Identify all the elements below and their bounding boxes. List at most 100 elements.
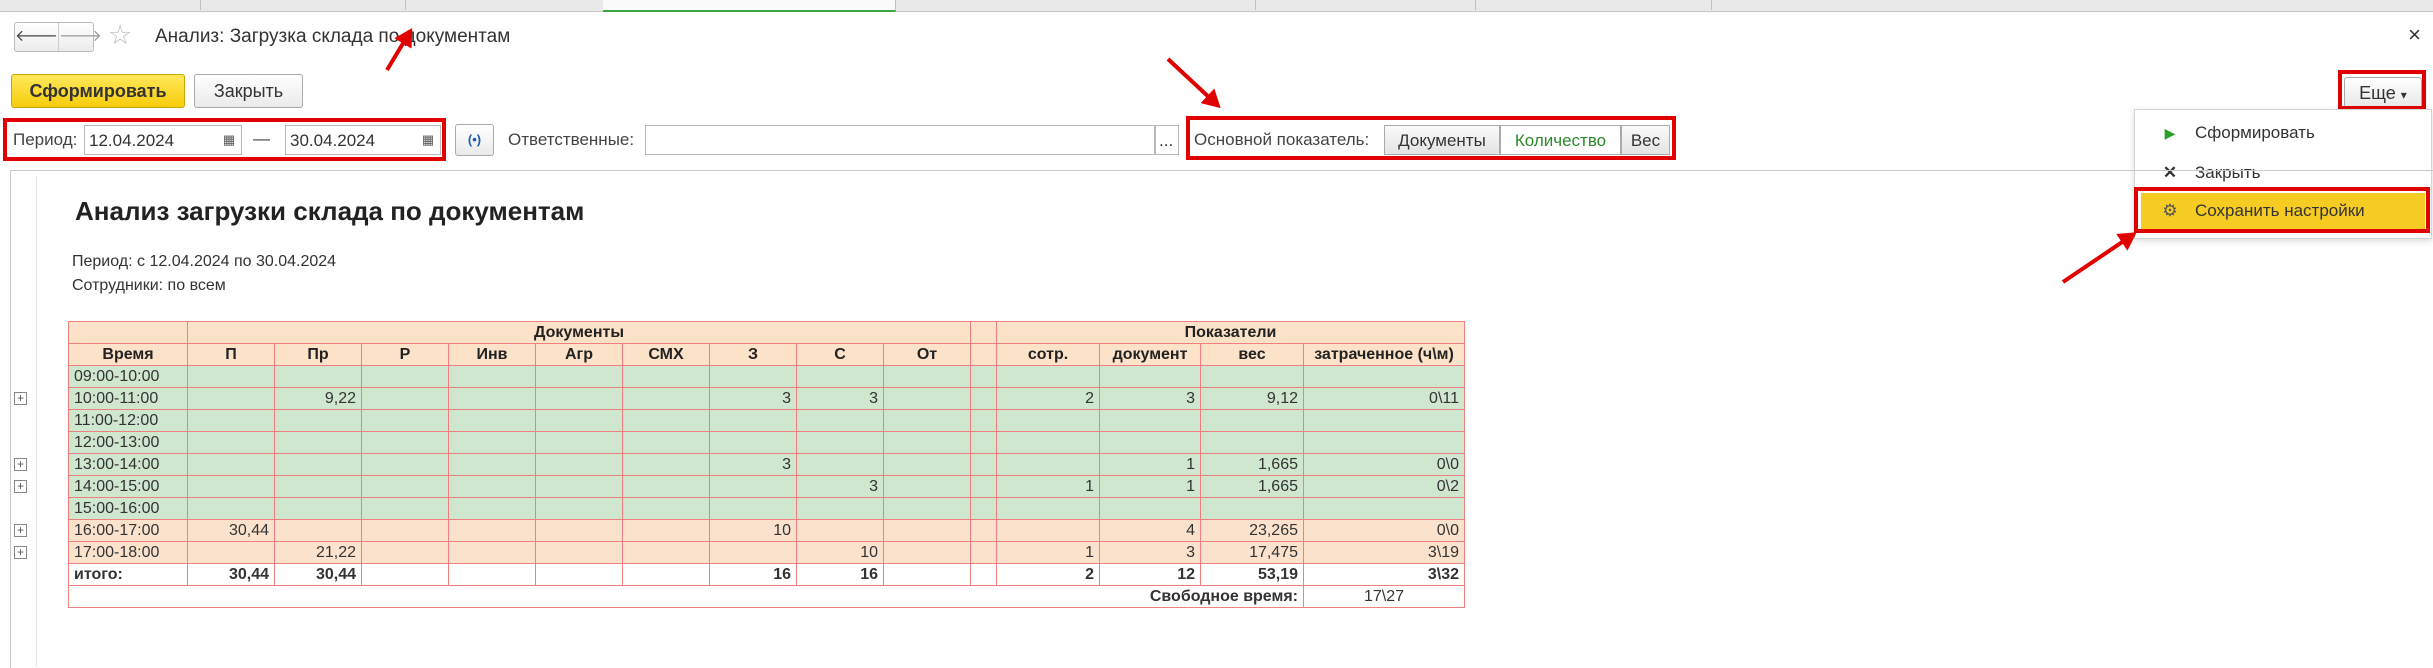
value-cell: 3 [709,387,797,410]
value-cell [361,365,449,388]
group-header-spacer [970,321,997,344]
total-label: итого: [68,563,188,586]
value-cell: 1,665 [1200,475,1304,498]
favorite-star-icon[interactable]: ☆ [108,20,132,51]
value-cell [187,409,275,432]
time-cell[interactable]: 15:00-16:00 [68,497,188,520]
period-link-button[interactable]: (•) [455,124,494,156]
column-header: сотр. [996,343,1100,366]
total-cell: 30,44 [187,563,275,586]
value-cell [187,431,275,454]
tab-6[interactable] [1255,0,1476,10]
value-cell: 1 [996,541,1100,564]
value-cell [274,365,362,388]
value-cell [274,409,362,432]
responsible-input[interactable] [645,125,1155,155]
value-cell [970,409,997,432]
value-cell: 3 [709,453,797,476]
value-cell: 3 [796,475,884,498]
total-cell: 12 [1099,563,1201,586]
value-cell [448,365,536,388]
value-cell [535,453,623,476]
table-row: 11:00-12:00 [68,409,1465,432]
time-cell[interactable]: 16:00-17:00 [68,519,188,542]
report-period: Период: с 12.04.2024 по 30.04.2024 [72,253,337,270]
value-cell [535,519,623,542]
value-cell: 10 [796,541,884,564]
value-cell [448,519,536,542]
table-row: 14:00-15:00 3 1 1 1,665 0\2 [68,475,1465,498]
value-cell [796,431,884,454]
value-cell [796,365,884,388]
total-cell [535,563,623,586]
value-cell: 2 [996,387,1100,410]
value-cell [883,519,971,542]
value-cell [535,431,623,454]
value-cell [709,497,797,520]
responsible-label: Ответственные: [508,130,635,149]
value-cell: 23,265 [1200,519,1304,542]
time-cell[interactable]: 13:00-14:00 [68,453,188,476]
value-cell [448,541,536,564]
value-cell [1099,497,1201,520]
value-cell [709,431,797,454]
value-cell [361,475,449,498]
value-cell [622,431,710,454]
expand-row-icon[interactable]: + [14,524,27,537]
menu-item-generate[interactable]: ▶ Сформировать [2141,115,2425,151]
value-cell [883,475,971,498]
expand-row-icon[interactable]: + [14,546,27,559]
value-cell [448,431,536,454]
menu-item-label: Сформировать [2195,123,2315,142]
tab-4-active[interactable] [603,0,896,12]
value-cell: 9,12 [1200,387,1304,410]
value-cell: 9,22 [274,387,362,410]
time-cell[interactable]: 10:00-11:00 [68,387,188,410]
expand-row-icon[interactable]: + [14,392,27,405]
back-arrow-icon[interactable]: 🡐 [15,23,58,51]
value-cell [1303,497,1465,520]
value-cell [274,497,362,520]
value-cell [274,519,362,542]
time-cell[interactable]: 09:00-10:00 [68,365,188,388]
value-cell [622,497,710,520]
group-header-empty [68,321,188,344]
value-cell: 1 [1099,475,1201,498]
value-cell [448,387,536,410]
expand-row-icon[interactable]: + [14,480,27,493]
column-header: Инв [448,343,536,366]
close-window-icon[interactable]: × [2408,22,2421,48]
time-cell[interactable]: 11:00-12:00 [68,409,188,432]
value-cell [187,497,275,520]
total-cell: 16 [709,563,797,586]
column-header: З [709,343,797,366]
time-cell[interactable]: 17:00-18:00 [68,541,188,564]
value-cell [187,475,275,498]
value-cell [535,475,623,498]
value-cell [1099,431,1201,454]
expand-row-icon[interactable]: + [14,458,27,471]
value-cell [883,497,971,520]
value-cell [1200,431,1304,454]
responsible-select-button[interactable]: ... [1155,125,1179,155]
close-button[interactable]: Закрыть [194,74,303,108]
tab-5[interactable] [895,0,1256,10]
value-cell [622,409,710,432]
tab-3[interactable] [405,0,604,10]
value-cell: 3\19 [1303,541,1465,564]
time-cell[interactable]: 12:00-13:00 [68,431,188,454]
value-cell [1200,497,1304,520]
value-cell [361,387,449,410]
tab-2[interactable] [200,0,406,10]
value-cell: 10 [709,519,797,542]
generate-button[interactable]: Сформировать [11,74,185,108]
value-cell [709,409,797,432]
value-cell [709,541,797,564]
value-cell: 4 [1099,519,1201,542]
value-cell [535,497,623,520]
forward-arrow-icon[interactable]: 🡒 [57,23,102,51]
tab-1[interactable] [0,0,201,10]
time-cell[interactable]: 14:00-15:00 [68,475,188,498]
value-cell [796,519,884,542]
tab-7[interactable] [1475,0,1712,10]
